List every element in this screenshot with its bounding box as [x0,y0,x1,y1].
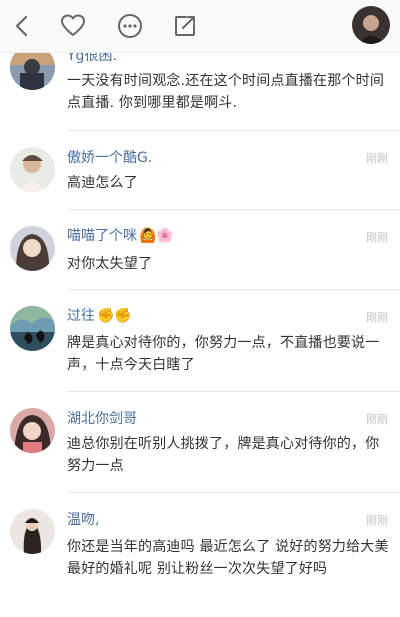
avatar[interactable] [10,509,55,554]
comment-item[interactable]: 过往 ✊✊ 刚刚 牌是真心对待你的，你努力一点，不直播也要说一声，十点今天白瞎了 [0,290,400,392]
share-icon [173,14,197,38]
comment-time: 刚刚 [366,152,388,165]
back-button[interactable] [6,10,38,42]
user-avatar[interactable] [352,6,390,44]
comment-time: 刚刚 [366,514,388,527]
comment-text: 对你太失望了 [67,256,153,272]
commenter-name[interactable]: 温吻, [67,511,101,529]
comment-item[interactable]: 傲娇一个酷G. 刚刚 高迪怎么了 [0,131,400,210]
comment-text: 牌是真心对待你的，你努力一点，不直播也要说一声，十点今天白瞎了 [67,335,380,373]
comment-list: Yg很困. 一天没有时间观念.还在这个时间点直播在那个时间点直播. 你到哪里都是… [0,0,400,617]
comment-text: 一天没有时间观念.还在这个时间点直播在那个时间点直播. 你到哪里都是啊斗. [67,73,385,111]
commenter-name[interactable]: 喵喵了个咪 🙆🌸 [67,227,174,245]
commenter-name[interactable]: 傲娇一个酷G. [67,149,154,167]
back-arrow-icon [12,14,32,38]
comment-item[interactable]: 喵喵了个咪 🙆🌸 刚刚 对你太失望了 [0,210,400,290]
share-button[interactable] [169,10,201,42]
comment-time: 刚刚 [366,413,388,426]
avatar[interactable] [10,408,55,453]
comment-text: 迪总你别在听别人挑拨了，牌是真心对待你的，你努力一点 [67,436,380,474]
commenter-name[interactable]: 湖北你剑哥 [67,410,139,428]
more-icon [117,13,143,39]
comment-item[interactable]: 湖北你剑哥 刚刚 迪总你别在听别人挑拨了，牌是真心对待你的，你努力一点 [0,392,400,493]
comment-text: 你还是当年的高迪吗 最近怎么了 说好的努力给大美最好的婚礼呢 别让粉丝一次次失望… [67,539,389,577]
comment-time: 刚刚 [366,311,388,324]
top-nav-bar [0,0,400,53]
more-button[interactable] [114,10,146,42]
like-button[interactable] [57,10,89,42]
commenter-name[interactable]: 过往 ✊✊ [67,307,132,325]
avatar[interactable] [10,306,55,351]
comment-text: 高迪怎么了 [67,175,138,191]
heart-icon [60,14,86,38]
comment-time: 刚刚 [366,231,388,244]
comment-item[interactable]: 温吻, 刚刚 你还是当年的高迪吗 最近怎么了 说好的努力给大美最好的婚礼呢 别让… [0,493,400,617]
avatar[interactable] [10,226,55,271]
avatar[interactable] [10,147,55,192]
